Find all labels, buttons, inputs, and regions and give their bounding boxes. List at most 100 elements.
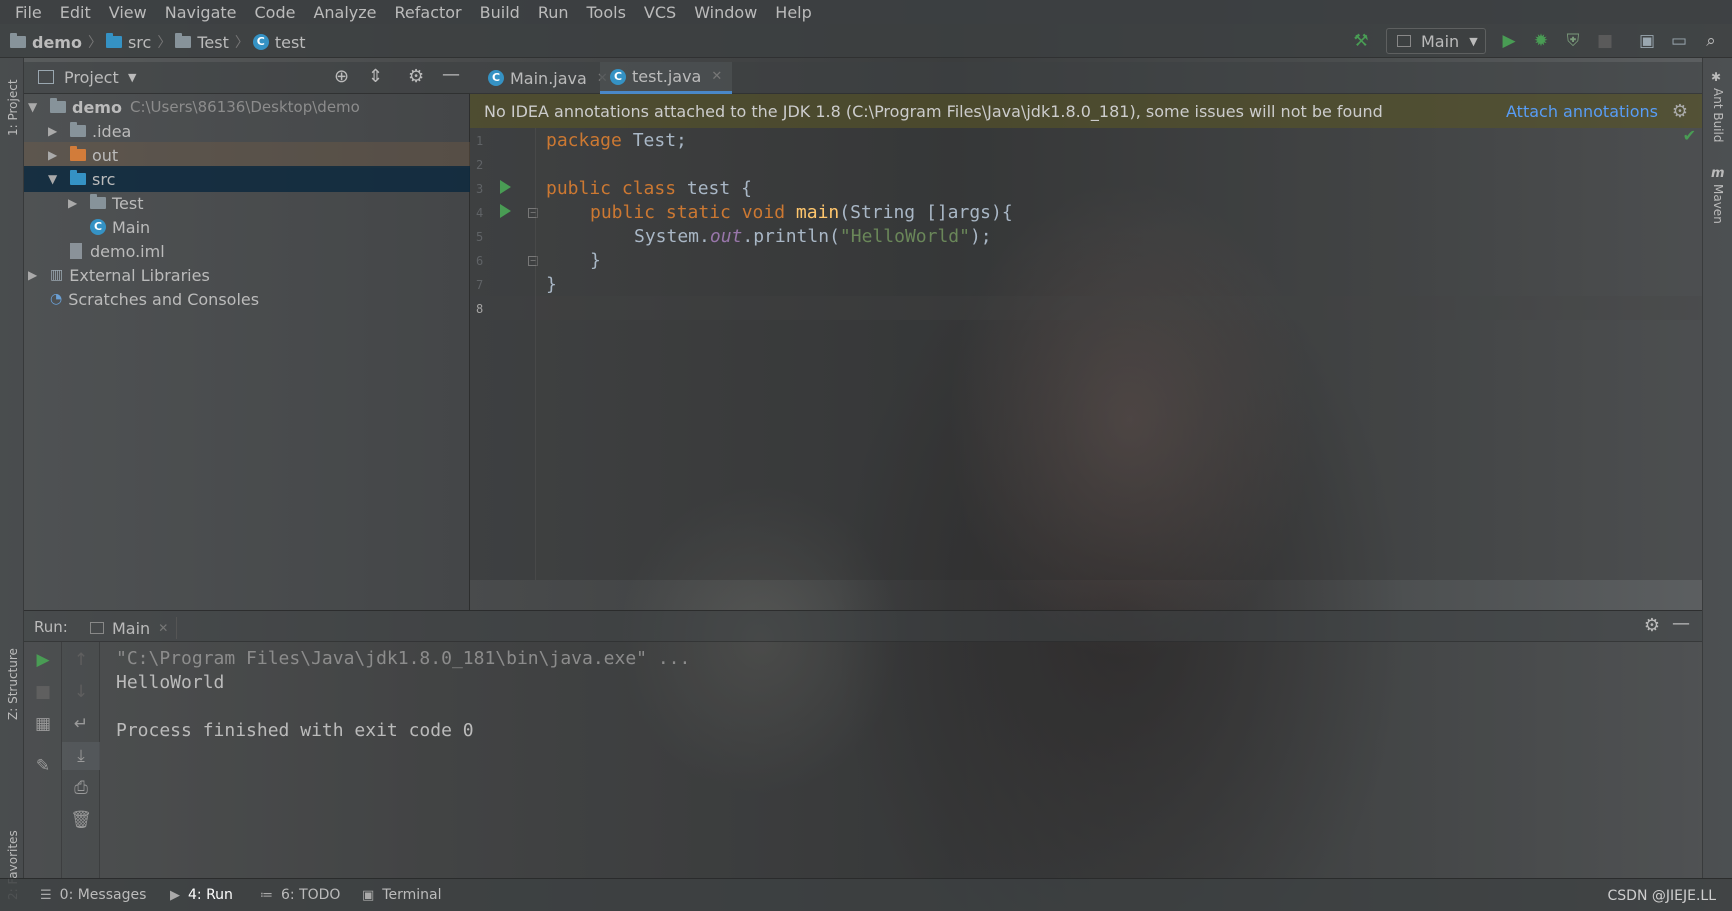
tree-item-idea[interactable]: ▶ .idea (24, 118, 470, 144)
file-icon (70, 243, 82, 259)
project-tree: ▼ demo C:\Users\86136\Desktop\demo ▶ .id… (24, 94, 470, 610)
menu-vcs[interactable]: VCS (635, 3, 685, 22)
arrow-up-icon[interactable]: ↑ (62, 646, 100, 674)
run-console-output[interactable]: "C:\Program Files\Java\jdk1.8.0_181\bin\… (100, 642, 1702, 878)
tree-item-main-class[interactable]: C Main (24, 214, 470, 240)
menu-refactor[interactable]: Refactor (386, 3, 471, 22)
chevron-right-icon[interactable]: ▶ (68, 196, 82, 210)
chevron-right-icon: 〉 (157, 35, 172, 51)
line-number: 1 (476, 134, 484, 148)
menu-code[interactable]: Code (246, 3, 305, 22)
gear-icon[interactable]: ⚙ (1672, 101, 1688, 122)
breadcrumb-project[interactable]: demo (32, 33, 82, 52)
close-icon[interactable]: ✕ (158, 621, 168, 635)
menu-run[interactable]: Run (529, 3, 578, 22)
run-tab-main[interactable]: Main ✕ (90, 617, 178, 639)
run-tool-button[interactable]: ▶ 4: Run (170, 887, 233, 903)
menu-file[interactable]: File (6, 3, 51, 22)
locate-target-icon[interactable]: ⊕ (334, 66, 349, 87)
menu-edit[interactable]: Edit (51, 3, 100, 22)
gear-icon[interactable]: ⚙ (1644, 615, 1660, 636)
minimize-icon[interactable]: — (1672, 613, 1690, 634)
class-icon: C (90, 219, 106, 235)
tree-item-label: Scratches and Consoles (68, 289, 260, 309)
terminal-tool-button[interactable]: ▣ Terminal (362, 887, 441, 903)
project-structure-icon[interactable]: ▣ (1636, 30, 1658, 52)
menu-help[interactable]: Help (766, 3, 820, 22)
project-view-title[interactable]: Project (64, 68, 119, 87)
menu-navigate[interactable]: Navigate (156, 3, 246, 22)
chevron-right-icon: 〉 (234, 35, 249, 51)
annotations-notice: No IDEA annotations attached to the JDK … (470, 94, 1702, 128)
tree-item-src[interactable]: ▼ src (24, 166, 470, 192)
tree-item-demo-iml[interactable]: demo.iml (24, 238, 470, 264)
maven-tool-button[interactable]: Maven (1711, 184, 1725, 224)
tree-item-external-libraries[interactable]: ▶ ▥ External Libraries (24, 262, 470, 288)
chevron-down-icon[interactable]: ▼ (128, 71, 136, 84)
tree-item-label: out (92, 145, 119, 165)
arrow-down-icon[interactable]: ↓ (62, 678, 100, 706)
project-tool-button[interactable]: 1: Project (6, 79, 20, 136)
pin-icon[interactable]: ✎ (24, 752, 62, 780)
chevron-right-icon[interactable]: ▶ (48, 148, 62, 162)
terminal-icon: ▣ (362, 887, 375, 903)
messages-tool-button[interactable]: ☰ 0: Messages (40, 887, 146, 903)
code-editor[interactable]: package Test; public class test { public… (536, 126, 1702, 580)
run-class-gutter-icon[interactable] (500, 180, 511, 194)
minimize-icon[interactable]: — (442, 64, 460, 85)
rerun-icon[interactable]: ▶ (24, 646, 62, 674)
structure-tool-button[interactable]: Z: Structure (6, 648, 20, 720)
folder-icon (105, 33, 122, 48)
attach-annotations-link[interactable]: Attach annotations (1506, 102, 1658, 121)
close-icon[interactable]: ✕ (711, 69, 722, 84)
tree-item-demo[interactable]: ▼ demo C:\Users\86136\Desktop\demo (24, 94, 470, 120)
build-hammer-icon[interactable]: ⚒ (1350, 30, 1372, 52)
breadcrumb-test-package[interactable]: Test (197, 33, 229, 52)
debug-bug-icon[interactable]: ✹ (1530, 30, 1552, 52)
run-panel-label: Run: (34, 618, 68, 636)
run-method-gutter-icon[interactable] (500, 204, 511, 218)
chevron-down-icon[interactable]: ▼ (48, 172, 62, 186)
menu-view[interactable]: View (100, 3, 156, 22)
coverage-icon[interactable]: ⛨ (1562, 30, 1584, 52)
menu-analyze[interactable]: Analyze (304, 3, 385, 22)
run-icon[interactable]: ▶ (1498, 30, 1520, 52)
breadcrumb-test-class[interactable]: test (275, 33, 306, 52)
line-number: 6 (476, 254, 484, 268)
gear-icon[interactable]: ⚙ (408, 66, 424, 87)
todo-list-icon: ≔ (260, 887, 273, 903)
ant-build-tool-button[interactable]: Ant Build (1711, 88, 1725, 142)
tree-item-label: External Libraries (69, 265, 210, 285)
trash-icon[interactable]: 🗑 (62, 806, 100, 834)
tree-item-out[interactable]: ▶ out (24, 142, 470, 168)
run-configuration-select[interactable]: Main ▼ (1386, 28, 1486, 54)
stop-icon[interactable]: ■ (1594, 30, 1616, 52)
console-line: "C:\Program Files\Java\jdk1.8.0_181\bin\… (116, 648, 691, 669)
chevron-right-icon[interactable]: ▶ (28, 268, 42, 282)
menu-build[interactable]: Build (471, 3, 529, 22)
breadcrumb-src[interactable]: src (128, 33, 151, 52)
todo-tool-button[interactable]: ≔ 6: TODO (260, 887, 340, 903)
collapse-all-icon[interactable]: ⇕ (368, 66, 383, 87)
chevron-down-icon[interactable]: ▼ (28, 100, 42, 114)
tab-test-java[interactable]: C test.java ✕ (600, 62, 733, 94)
checkmark-icon: ✔ (1682, 126, 1696, 145)
line-number: 2 (476, 158, 484, 172)
chevron-right-icon[interactable]: ▶ (48, 124, 62, 138)
tab-main-java[interactable]: C Main.java ✕ (478, 62, 618, 94)
scroll-to-end-icon[interactable]: ⤓ (62, 742, 100, 770)
code-line-3: public class test { (546, 178, 752, 199)
tree-item-test-package[interactable]: ▶ Test (24, 190, 470, 216)
left-tool-stripe: 1: Project Z: Structure 2: Favorites (0, 58, 24, 900)
restore-layout-icon[interactable]: ▦ (24, 710, 62, 738)
menu-tools[interactable]: Tools (578, 3, 635, 22)
tab-label: Main.java (510, 68, 587, 88)
tree-item-label: demo (72, 97, 122, 117)
stop-icon[interactable]: ■ (24, 678, 62, 706)
tree-item-scratches[interactable]: ◔ Scratches and Consoles (24, 286, 470, 312)
soft-wrap-icon[interactable]: ↵ (62, 710, 100, 738)
print-icon[interactable]: ⎙ (62, 774, 100, 802)
menu-window[interactable]: Window (685, 3, 766, 22)
layout-icon[interactable]: ▭ (1668, 30, 1690, 52)
search-icon[interactable]: ⌕ (1700, 30, 1722, 52)
